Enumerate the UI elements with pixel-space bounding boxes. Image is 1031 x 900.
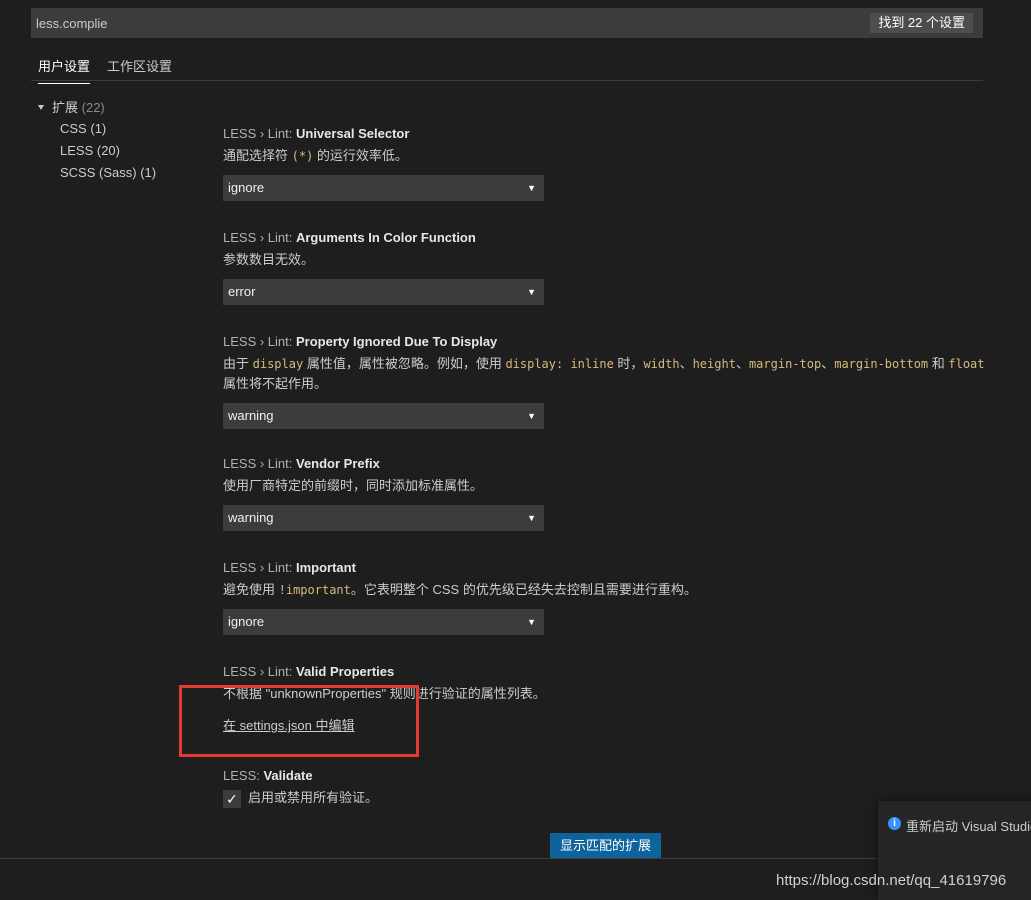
toc-item-extensions[interactable]: 扩展 (22) <box>38 98 156 118</box>
toc-label: 扩展 <box>52 100 79 115</box>
toc-label: SCSS (Sass) <box>60 165 137 180</box>
notification-message: 重新启动 Visual Studio <box>906 819 1031 834</box>
chevron-down-icon <box>38 105 44 111</box>
setting-important: LESS › Lint: Important 避免使用 !important。它… <box>223 559 983 635</box>
arguments-in-color-function-dropdown[interactable]: error ▼ <box>223 279 544 305</box>
checkmark-icon: ✓ <box>226 790 238 807</box>
toc-item-css[interactable]: CSS (1) <box>38 118 156 140</box>
setting-title: LESS › Lint: Property Ignored Due To Dis… <box>223 334 498 349</box>
dropdown-arrow-icon: ▼ <box>527 617 536 627</box>
setting-title: LESS: Validate <box>223 768 313 783</box>
watermark: https://blog.csdn.net/qq_41619796 <box>776 872 1007 889</box>
checkbox-label: 启用或禁用所有验证。 <box>248 790 379 805</box>
validate-checkbox-row: ✓ 启用或禁用所有验证。 <box>223 788 983 810</box>
toc-label: CSS <box>60 121 87 136</box>
validate-checkbox[interactable]: ✓ <box>223 789 241 808</box>
setting-vendor-prefix: LESS › Lint: Vendor Prefix 使用厂商特定的前缀时，同时… <box>223 455 983 531</box>
setting-property-ignored-due-to-display: LESS › Lint: Property Ignored Due To Dis… <box>223 333 985 429</box>
setting-validate: LESS: Validate ✓ 启用或禁用所有验证。 <box>223 767 983 810</box>
important-dropdown[interactable]: ignore ▼ <box>223 609 544 635</box>
setting-description: 使用厂商特定的前缀时，同时添加标准属性。 <box>223 478 484 493</box>
universal-selector-dropdown[interactable]: ignore ▼ <box>223 175 544 201</box>
dropdown-arrow-icon: ▼ <box>527 183 536 193</box>
setting-title: LESS › Lint: Valid Properties <box>223 664 395 679</box>
info-icon: i <box>888 817 901 830</box>
tab-user-settings[interactable]: 用户设置 <box>38 56 91 84</box>
result-count-badge: 找到 22 个设置 <box>870 13 973 33</box>
setting-description: 避免使用 !important。它表明整个 CSS 的优先级已经失去控制且需要进… <box>223 582 697 597</box>
show-matching-extensions-button[interactable]: 显示匹配的扩展 <box>550 833 662 858</box>
dropdown-arrow-icon: ▼ <box>527 287 536 297</box>
toc-count: (22) <box>81 100 105 115</box>
toc-item-scss[interactable]: SCSS (Sass) (1) <box>38 162 156 184</box>
toc-item-less[interactable]: LESS (20) <box>38 140 156 162</box>
toc-label: LESS <box>60 143 94 158</box>
search-input[interactable] <box>31 8 851 38</box>
setting-arguments-in-color-function: LESS › Lint: Arguments In Color Function… <box>223 229 983 305</box>
footer-divider <box>0 858 878 859</box>
settings-toc: 扩展 (22) CSS (1) LESS (20) SCSS (Sass) (1… <box>38 98 156 184</box>
setting-description: 参数数目无效。 <box>223 252 315 267</box>
setting-title: LESS › Lint: Important <box>223 560 356 575</box>
toc-count: (1) <box>90 121 107 136</box>
setting-universal-selector: LESS › Lint: Universal Selector 通配选择符 (*… <box>223 125 983 201</box>
setting-description: 由于 display 属性值，属性被忽略。例如，使用 display: inli… <box>223 356 985 371</box>
dropdown-arrow-icon: ▼ <box>527 513 536 523</box>
toc-count: (1) <box>140 165 157 180</box>
vendor-prefix-dropdown[interactable]: warning ▼ <box>223 505 544 531</box>
highlight-annotation <box>179 685 419 757</box>
search-bar: 找到 22 个设置 <box>31 8 983 38</box>
settings-tabs: 用户设置 工作区设置 <box>31 52 983 84</box>
setting-description: 通配选择符 (*) 的运行效率低。 <box>223 148 408 163</box>
setting-title: LESS › Lint: Universal Selector <box>223 126 410 141</box>
setting-description-line2: 属性将不起作用。 <box>223 376 328 391</box>
toc-count: (20) <box>96 143 120 158</box>
dropdown-arrow-icon: ▼ <box>527 411 536 421</box>
property-ignored-dropdown[interactable]: warning ▼ <box>223 403 544 429</box>
tab-workspace-settings[interactable]: 工作区设置 <box>107 56 172 83</box>
setting-title: LESS › Lint: Vendor Prefix <box>223 456 380 471</box>
setting-title: LESS › Lint: Arguments In Color Function <box>223 230 476 245</box>
